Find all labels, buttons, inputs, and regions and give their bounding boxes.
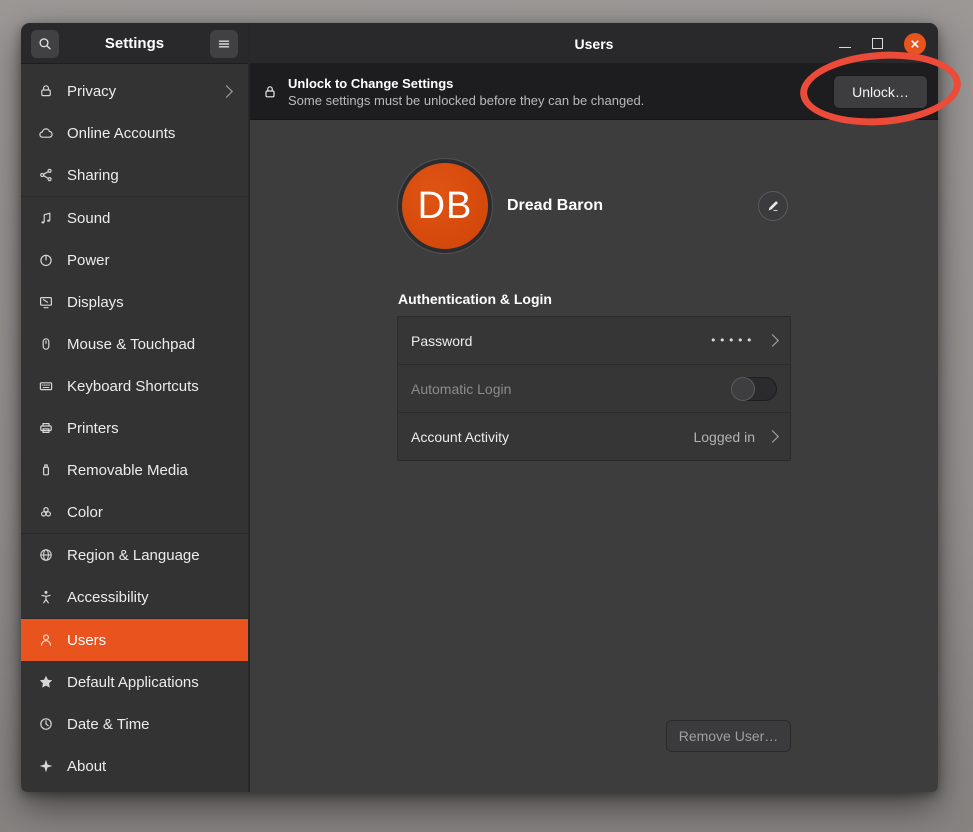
lock-icon [262, 84, 278, 100]
sidebar-item-accessibility[interactable]: Accessibility [21, 576, 248, 618]
sidebar-item-sharing[interactable]: Sharing [21, 154, 248, 196]
window-title: Users [575, 36, 614, 52]
account-activity-label: Account Activity [411, 429, 509, 445]
sidebar-item-label: Power [67, 252, 110, 269]
share-icon [38, 167, 54, 183]
close-button[interactable] [904, 33, 926, 55]
avatar: DB [402, 163, 488, 249]
password-value: ••••• [710, 334, 755, 347]
avatar-initials: DB [418, 185, 473, 228]
sidebar-item-users[interactable]: Users [21, 619, 248, 661]
user-name: Dread Baron [507, 197, 603, 215]
sidebar-item-label: Date & Time [67, 716, 150, 733]
minimize-button[interactable] [839, 37, 851, 50]
display-icon [38, 294, 54, 310]
sidebar-item-label: Mouse & Touchpad [67, 336, 195, 353]
window-controls [839, 23, 926, 64]
keyboard-icon [38, 378, 54, 394]
lock-icon [38, 83, 54, 99]
sidebar-item-label: Sharing [67, 167, 119, 184]
unlock-banner-text: Unlock to Change Settings Some settings … [288, 76, 644, 108]
sidebar-item-label: Removable Media [67, 462, 188, 479]
titlebar: Users [250, 23, 938, 64]
chevron-right-icon [220, 85, 233, 98]
color-circles-icon [38, 504, 54, 520]
pencil-icon [766, 199, 780, 213]
maximize-button[interactable] [872, 38, 883, 49]
sidebar-item-about[interactable]: About [21, 745, 248, 787]
globe-icon [38, 547, 54, 563]
sidebar-item-removable-media[interactable]: Removable Media [21, 449, 248, 491]
sidebar-item-keyboard-shortcuts[interactable]: Keyboard Shortcuts [21, 365, 248, 407]
edit-name-button[interactable] [758, 191, 788, 221]
users-content: DB Dread Baron Authentication & Login Pa [250, 120, 938, 792]
music-note-icon [38, 210, 54, 226]
sidebar-headerbar: Settings [21, 23, 248, 64]
search-button[interactable] [31, 30, 59, 58]
settings-window: Settings Privacy [21, 23, 938, 792]
sidebar-item-region-language[interactable]: Region & Language [21, 534, 248, 576]
sidebar-list: Privacy Online Accounts Sharing [21, 64, 248, 787]
profile-row: DB Dread Baron [397, 158, 791, 254]
account-activity-value: Logged in [693, 429, 755, 445]
sidebar-item-label: Printers [67, 420, 119, 437]
sidebar-item-label: Sound [67, 210, 110, 227]
automatic-login-label: Automatic Login [411, 381, 511, 397]
sparkle-icon [38, 758, 54, 774]
search-icon [37, 36, 53, 52]
sidebar-item-label: About [67, 758, 106, 775]
user-icon [38, 632, 54, 648]
sidebar: Settings Privacy [21, 23, 250, 792]
menu-button[interactable] [210, 30, 238, 58]
sidebar-title: Settings [105, 35, 164, 52]
printer-icon [38, 420, 54, 436]
automatic-login-toggle[interactable] [731, 377, 777, 401]
star-icon [38, 674, 54, 690]
sidebar-item-privacy[interactable]: Privacy [21, 70, 248, 112]
content-column: DB Dread Baron Authentication & Login Pa [397, 120, 791, 792]
mouse-icon [38, 336, 54, 352]
unlock-banner-subtitle: Some settings must be unlocked before th… [288, 93, 644, 108]
unlock-banner: Unlock to Change Settings Some settings … [250, 64, 938, 120]
password-row[interactable]: Password ••••• [398, 317, 790, 365]
sidebar-item-default-applications[interactable]: Default Applications [21, 661, 248, 703]
person-icon [38, 589, 54, 605]
account-activity-row[interactable]: Account Activity Logged in [398, 413, 790, 460]
desktop-backdrop: Settings Privacy [0, 0, 973, 832]
sidebar-item-sound[interactable]: Sound [21, 197, 248, 239]
section-heading: Authentication & Login [398, 291, 552, 307]
chevron-right-icon [766, 334, 779, 347]
sidebar-item-power[interactable]: Power [21, 239, 248, 281]
sidebar-item-label: Color [67, 504, 103, 521]
remove-user-button[interactable]: Remove User… [666, 720, 791, 752]
sidebar-item-online-accounts[interactable]: Online Accounts [21, 112, 248, 154]
sidebar-item-displays[interactable]: Displays [21, 281, 248, 323]
hamburger-icon [216, 36, 232, 52]
close-icon [908, 37, 922, 51]
password-label: Password [411, 333, 472, 349]
sidebar-item-printers[interactable]: Printers [21, 407, 248, 449]
sidebar-item-label: Users [67, 632, 106, 649]
sidebar-item-label: Accessibility [67, 589, 149, 606]
sidebar-item-color[interactable]: Color [21, 491, 248, 533]
cloud-icon [38, 125, 54, 141]
sidebar-item-label: Online Accounts [67, 125, 175, 142]
power-icon [38, 252, 54, 268]
sidebar-item-label: Displays [67, 294, 124, 311]
clock-icon [38, 716, 54, 732]
sidebar-item-label: Privacy [67, 83, 116, 100]
automatic-login-row: Automatic Login [398, 365, 790, 413]
usb-drive-icon [38, 462, 54, 478]
sidebar-item-date-time[interactable]: Date & Time [21, 703, 248, 745]
sidebar-item-label: Region & Language [67, 547, 200, 564]
unlock-button[interactable]: Unlock… [833, 75, 928, 109]
unlock-banner-title: Unlock to Change Settings [288, 76, 644, 91]
sidebar-item-mouse-touchpad[interactable]: Mouse & Touchpad [21, 323, 248, 365]
auth-login-list: Password ••••• Automatic Login [397, 316, 791, 461]
sidebar-item-label: Keyboard Shortcuts [67, 378, 199, 395]
sidebar-item-label: Default Applications [67, 674, 199, 691]
main-panel: Users Unlock to Change Settings [250, 23, 938, 792]
toggle-knob [731, 377, 755, 401]
chevron-right-icon [766, 430, 779, 443]
